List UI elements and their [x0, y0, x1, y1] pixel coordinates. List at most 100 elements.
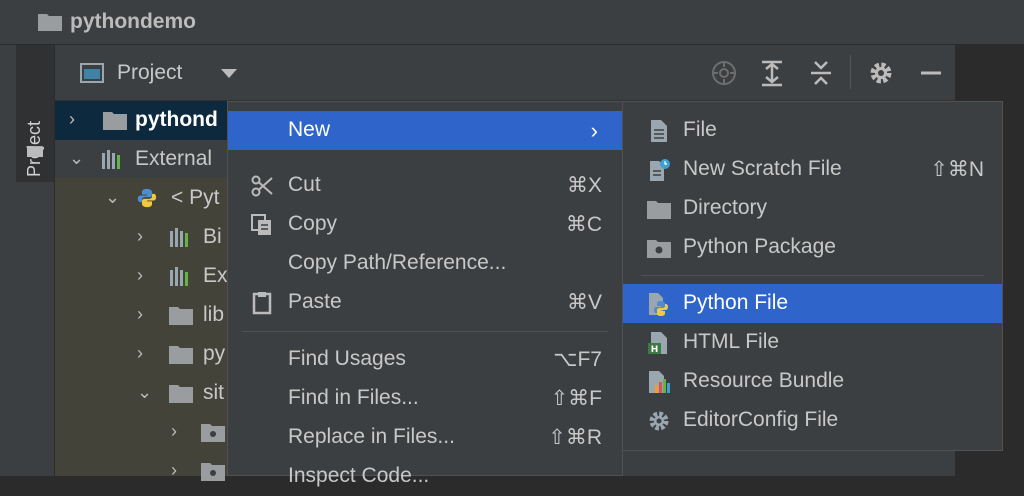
chevron-right-icon[interactable]: ›	[137, 226, 151, 246]
collapse-all-icon[interactable]	[807, 59, 835, 87]
submenu-item-python-file[interactable]: Python File	[623, 284, 1002, 323]
folder-icon	[103, 112, 127, 130]
tree-row-label: Bi	[203, 225, 222, 248]
chevron-down-icon[interactable]: ⌄	[137, 382, 152, 402]
submenu-item-file[interactable]: File	[623, 111, 1002, 150]
tree-row-label: Ex	[203, 264, 228, 287]
menu-item-label: Find Usages	[288, 347, 406, 370]
submenu-item-resource-bundle[interactable]: Resource Bundle	[623, 362, 1002, 401]
title-bar: pythondemo	[0, 0, 1024, 45]
tree-row[interactable]: ⌄ External	[55, 140, 227, 179]
menu-item-label: Cut	[288, 173, 321, 196]
shortcut-label: ⇧⌘R	[548, 426, 602, 449]
locate-icon[interactable]	[710, 59, 738, 87]
menu-item-label: Paste	[288, 290, 342, 313]
expand-all-icon[interactable]	[758, 59, 786, 87]
tree-row[interactable]: › lib	[55, 296, 227, 335]
chevron-right-icon: ›	[590, 118, 598, 143]
tree-row-label: < Pyt	[171, 186, 220, 209]
package-icon	[647, 240, 671, 258]
submenu-item-label: HTML File	[683, 330, 780, 353]
clipboard-icon	[252, 292, 272, 315]
python-icon	[137, 188, 157, 208]
tree-row[interactable]: › pythond	[55, 101, 227, 140]
folder-icon	[169, 307, 193, 325]
submenu-item-directory[interactable]: Directory	[623, 189, 1002, 228]
chevron-right-icon[interactable]: ›	[137, 343, 151, 363]
context-menu: New › Cut ⌘X Copy ⌘C Copy Path/Reference…	[227, 101, 623, 487]
menu-item-label: Find in Files...	[288, 386, 419, 409]
shortcut-label: ⇧⌘N	[930, 158, 984, 181]
menu-separator	[242, 331, 608, 332]
tree-row[interactable]: ⌄ sit	[55, 374, 227, 413]
scratch-file-icon	[650, 159, 670, 181]
menu-item-label: Replace in Files...	[288, 425, 455, 448]
menu-item-label: Copy Path/Reference...	[288, 251, 507, 274]
chevron-down-icon[interactable]: ⌄	[69, 148, 84, 168]
new-submenu: File New Scratch File ⇧⌘N Directory Pyth…	[622, 101, 1003, 451]
minimize-icon[interactable]	[917, 59, 945, 87]
submenu-item-html-file[interactable]: H HTML File	[623, 323, 1002, 362]
submenu-item-label: New Scratch File	[683, 157, 842, 180]
package-icon	[201, 463, 225, 481]
chevron-right-icon[interactable]: ›	[137, 304, 151, 324]
chevron-right-icon[interactable]: ›	[69, 109, 83, 129]
copy-icon	[251, 214, 271, 235]
menu-item-find-usages[interactable]: Find Usages ⌥F7	[228, 340, 622, 379]
project-tree: › pythond ⌄ External ⌄ < Pyt › Bi › Ex ›…	[55, 101, 228, 481]
menu-item-label: Copy	[288, 212, 338, 235]
menu-item-copy-path[interactable]: Copy Path/Reference...	[228, 244, 622, 283]
chevron-right-icon[interactable]: ›	[171, 460, 185, 480]
tree-row[interactable]: › Ex	[55, 257, 228, 296]
tree-row-label: py	[203, 342, 226, 365]
file-icon	[651, 120, 667, 142]
submenu-item-python-package[interactable]: Python Package	[623, 228, 1002, 267]
project-view-selector[interactable]: Project	[117, 61, 182, 85]
project-tool-tab[interactable]: Project	[16, 45, 55, 182]
chevron-down-icon[interactable]	[221, 69, 237, 78]
menu-item-cut[interactable]: Cut ⌘X	[228, 166, 622, 205]
folder-icon	[647, 201, 671, 219]
project-tool-tab-label: Project	[24, 107, 45, 177]
library-icon	[170, 267, 188, 286]
window-title: pythondemo	[70, 10, 196, 33]
chevron-right-icon[interactable]: ›	[171, 421, 185, 441]
tree-row[interactable]: ›	[55, 452, 227, 491]
library-icon	[102, 150, 120, 169]
submenu-item-label: Python Package	[683, 235, 836, 258]
gear-icon	[649, 411, 669, 431]
tree-row-label: External	[135, 147, 213, 170]
project-panel-header: Project	[55, 45, 955, 101]
tree-row[interactable]: › py	[55, 335, 227, 374]
project-view-icon	[80, 63, 104, 83]
tree-row[interactable]: › Bi	[55, 218, 227, 257]
html-file-icon: H	[648, 332, 667, 355]
submenu-item-label: EditorConfig File	[683, 408, 839, 431]
tree-row[interactable]: ›	[55, 413, 227, 452]
gear-icon[interactable]	[867, 59, 895, 87]
submenu-item-label: File	[683, 118, 717, 141]
menu-item-inspect-code[interactable]: Inspect Code...	[228, 457, 622, 496]
left-edge	[0, 45, 16, 476]
toolbar-divider	[850, 55, 851, 89]
submenu-item-editorconfig-file[interactable]: EditorConfig File	[623, 401, 1002, 440]
menu-item-new[interactable]: New ›	[228, 111, 622, 150]
scissors-icon	[251, 175, 273, 197]
tree-row[interactable]: ⌄ < Pyt	[55, 179, 227, 218]
submenu-item-new-scratch-file[interactable]: New Scratch File ⇧⌘N	[623, 150, 1002, 189]
menu-item-paste[interactable]: Paste ⌘V	[228, 283, 622, 322]
menu-item-label: Inspect Code...	[288, 464, 430, 487]
shortcut-label: ⌘C	[565, 213, 602, 236]
shortcut-label: ⌘X	[566, 174, 602, 197]
library-icon	[170, 228, 188, 247]
menu-item-label: New	[288, 118, 331, 141]
folder-icon	[169, 346, 193, 364]
tree-row-label: lib	[203, 303, 225, 326]
chevron-right-icon[interactable]: ›	[137, 265, 151, 285]
menu-item-replace-in-files[interactable]: Replace in Files... ⇧⌘R	[228, 418, 622, 457]
menu-item-copy[interactable]: Copy ⌘C	[228, 205, 622, 244]
folder-icon	[27, 146, 43, 157]
menu-item-find-in-files[interactable]: Find in Files... ⇧⌘F	[228, 379, 622, 418]
resource-bundle-icon	[649, 371, 670, 393]
chevron-down-icon[interactable]: ⌄	[105, 187, 120, 207]
